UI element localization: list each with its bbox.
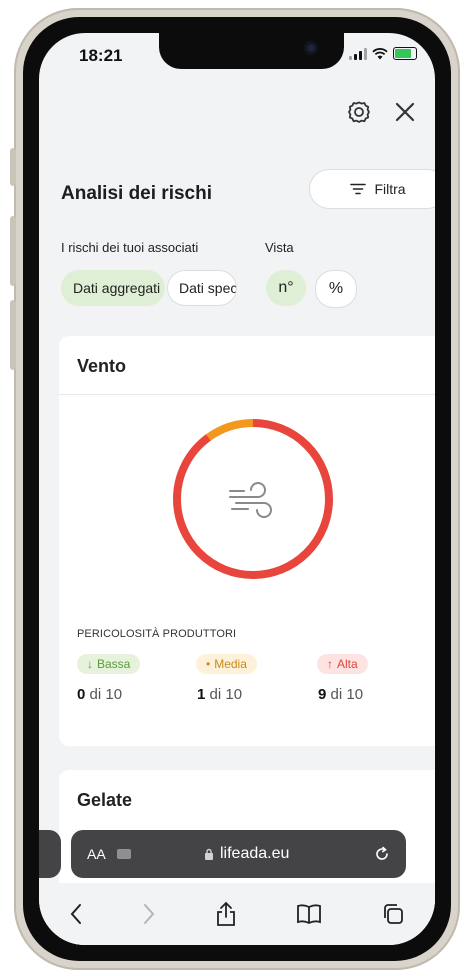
count-high-value: 9	[318, 686, 327, 703]
arrow-down-icon: ↓	[87, 657, 93, 671]
battery-icon	[393, 47, 417, 60]
count-high-suffix: di 10	[330, 686, 364, 703]
badge-high: ↑ Alta	[317, 654, 368, 674]
status-time: 18:21	[79, 46, 123, 65]
count-medium: 1 di 10	[197, 686, 242, 703]
close-icon[interactable]	[393, 100, 417, 124]
camera-icon	[304, 41, 318, 55]
badge-high-label: Alta	[337, 657, 358, 671]
chip-count-label: n°	[278, 279, 294, 296]
risk-card-title: Vento	[77, 356, 127, 376]
chip-aggregated-data[interactable]: Dati aggregati	[61, 270, 165, 306]
donut-medium-arc	[173, 419, 333, 579]
screen: 18:21 Analisi dei rischi Filtra I rischi…	[39, 33, 435, 945]
top-actions	[345, 98, 417, 126]
badge-low: ↓ Bassa	[77, 654, 141, 674]
dot-icon: •	[206, 657, 211, 671]
chip-percent-label: %	[328, 280, 344, 297]
text-size-button[interactable]: AA	[87, 846, 106, 862]
count-low-suffix: di 10	[89, 686, 123, 703]
count-high: 9 di 10	[318, 686, 363, 703]
tabs-icon[interactable]	[381, 902, 405, 926]
danger-label: PERICOLOSITÀ PRODUTTORI	[77, 628, 237, 640]
filter-button-label: Filtra	[374, 181, 406, 197]
badge-low-label: Bassa	[97, 657, 131, 671]
notch	[159, 33, 344, 69]
lock-icon	[205, 848, 213, 860]
chip-specific-data[interactable]: Dati specifici	[167, 270, 237, 306]
safari-toolbar	[39, 883, 435, 945]
phone-volume-down	[10, 300, 16, 370]
chip-aggregated-label: Dati aggregati	[73, 280, 161, 296]
badge-medium-label: Media	[214, 657, 247, 671]
wifi-icon	[372, 47, 388, 59]
chip-count[interactable]: n°	[266, 270, 306, 306]
risk-card-wind[interactable]: Vento PERICOLOSITÀ PRODUTTORI ↓ Bassa • …	[59, 336, 435, 746]
count-medium-suffix: di 10	[209, 686, 243, 703]
badge-medium: • Media	[196, 654, 257, 674]
gear-icon[interactable]	[345, 98, 373, 126]
extension-icon[interactable]	[117, 849, 131, 859]
risk-donut-chart	[173, 419, 333, 579]
risk-card-frost-title: Gelate	[77, 790, 133, 810]
arrow-up-icon: ↑	[327, 657, 333, 671]
status-icons	[349, 47, 417, 60]
url-field[interactable]: lifeada.eu	[204, 845, 289, 863]
chip-specific-label: Dati specifici	[179, 280, 237, 296]
url-text: lifeada.eu	[220, 845, 290, 862]
count-low-value: 0	[77, 686, 86, 703]
chip-percent[interactable]: %	[315, 270, 357, 308]
associates-label: I rischi dei tuoi associati	[61, 240, 199, 255]
back-icon[interactable]	[69, 903, 83, 925]
phone-volume-up	[10, 216, 16, 286]
cellular-signal-icon	[349, 47, 367, 60]
reload-icon[interactable]	[374, 846, 390, 862]
count-low: 0 di 10	[77, 686, 122, 703]
previous-tab-bar[interactable]	[39, 830, 61, 878]
share-icon[interactable]	[215, 901, 237, 927]
page-title: Analisi dei rischi	[61, 183, 212, 204]
forward-icon[interactable]	[142, 903, 156, 925]
filter-icon	[350, 183, 367, 195]
filter-button[interactable]: Filtra	[309, 169, 435, 209]
risk-card-divider	[59, 394, 435, 395]
donut-high-arc	[173, 419, 333, 579]
wind-icon	[229, 482, 272, 518]
bookmarks-icon[interactable]	[296, 903, 322, 925]
view-label: Vista	[265, 240, 294, 255]
safari-address-bar[interactable]: AA lifeada.eu	[71, 830, 406, 878]
count-medium-value: 1	[197, 686, 206, 703]
phone-mute-switch	[10, 148, 16, 186]
